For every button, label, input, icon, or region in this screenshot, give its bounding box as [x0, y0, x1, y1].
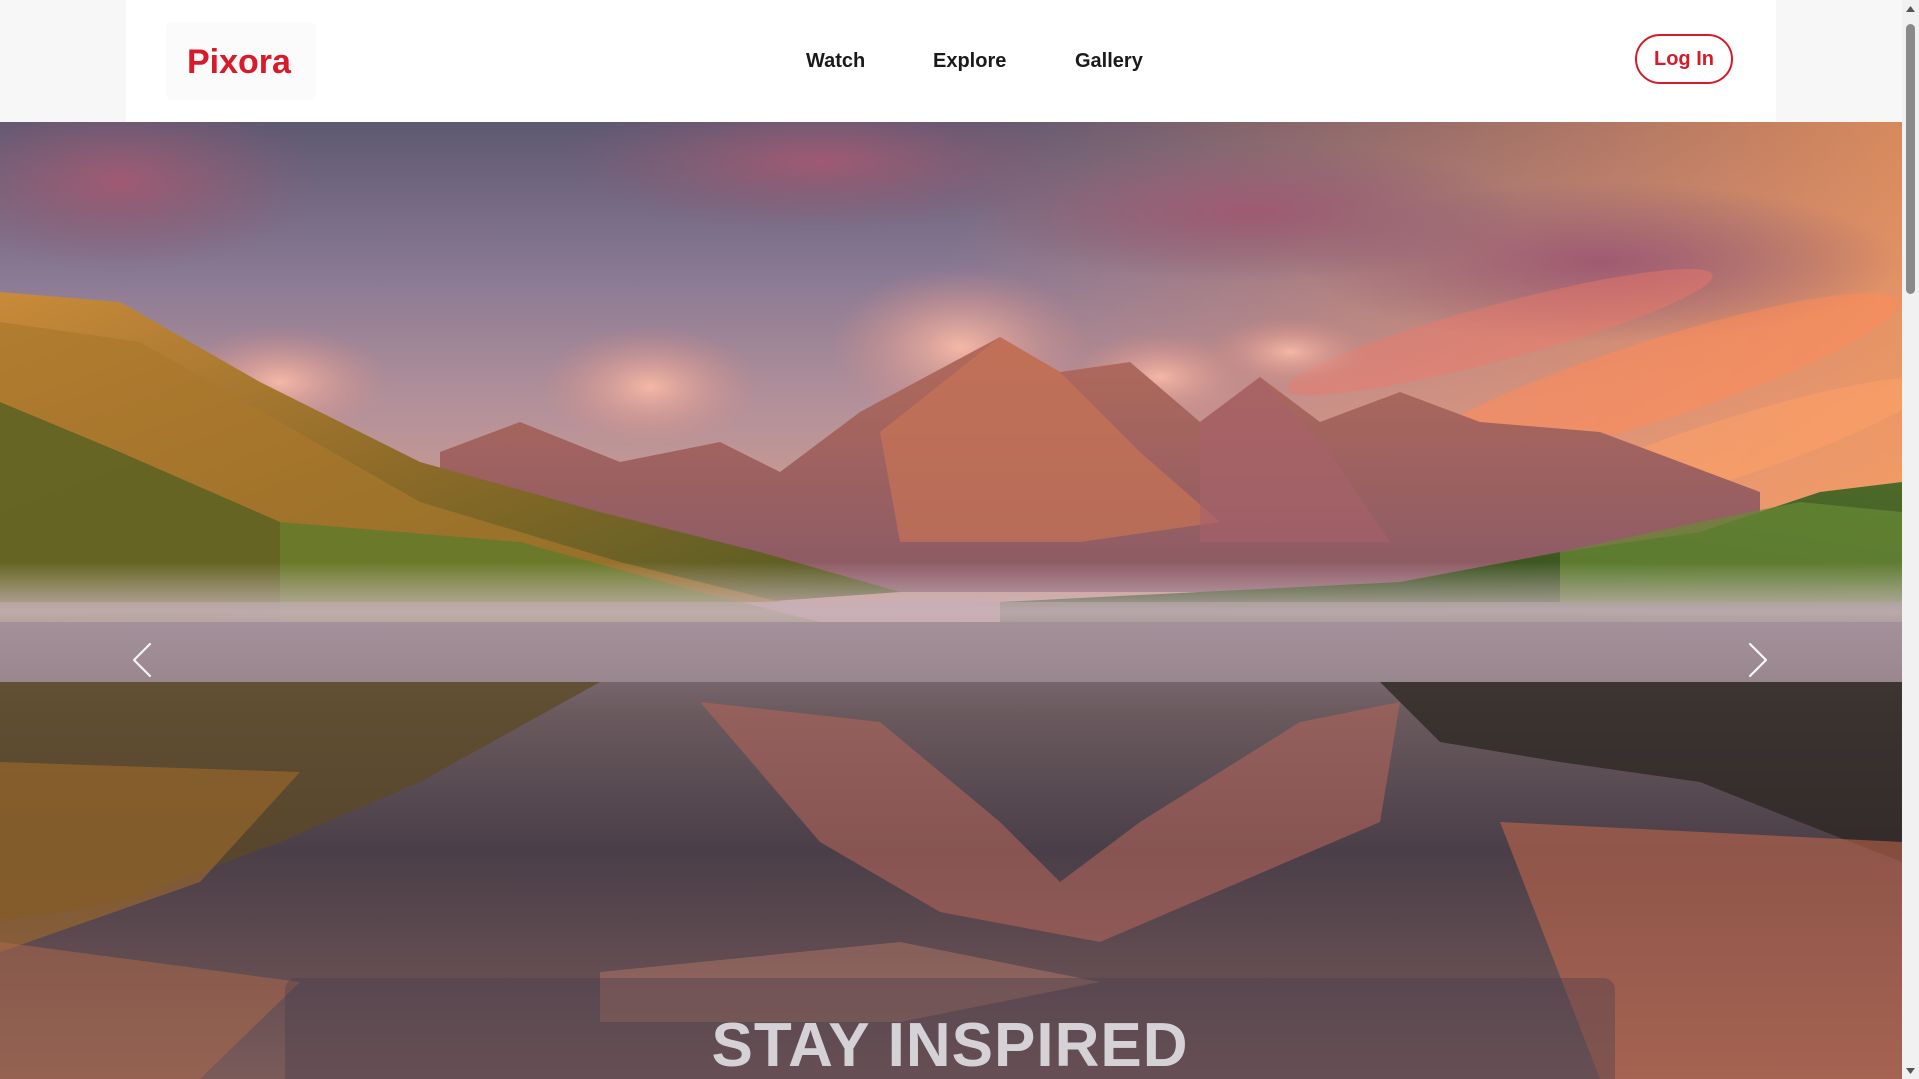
hero-caption-panel: STAY INSPIRED [285, 978, 1615, 1079]
hero-caption-title: STAY INSPIRED [711, 1011, 1189, 1079]
chevron-left-icon [132, 642, 152, 678]
nav-item-gallery[interactable]: Gallery [1075, 50, 1143, 73]
brand-logo[interactable]: Pixora [166, 22, 316, 100]
chevron-right-icon [1748, 642, 1768, 678]
page-scrollbar[interactable] [1902, 0, 1919, 1079]
login-button[interactable]: Log In [1635, 34, 1733, 84]
nav-item-watch[interactable]: Watch [806, 50, 865, 73]
nav-item-explore[interactable]: Explore [933, 50, 1006, 73]
scroll-up-arrow-icon [1906, 5, 1915, 12]
site-header: Pixora Watch Explore Gallery Log In [126, 0, 1776, 122]
page: Pixora Watch Explore Gallery Log In STAY… [0, 0, 1919, 1079]
scrollbar-thumb[interactable] [1906, 24, 1915, 294]
scroll-down-arrow-icon [1906, 1067, 1915, 1074]
hero-carousel: STAY INSPIRED [0, 122, 1902, 1079]
scroll-down-button[interactable] [1902, 1062, 1919, 1079]
carousel-prev-button[interactable] [112, 630, 172, 690]
svg-text:Pixora: Pixora [187, 43, 292, 81]
hero-landscape-image [0, 122, 1902, 1079]
pixora-logo-icon: Pixora [187, 43, 292, 81]
carousel-next-button[interactable] [1728, 630, 1788, 690]
scroll-up-button[interactable] [1902, 0, 1919, 17]
